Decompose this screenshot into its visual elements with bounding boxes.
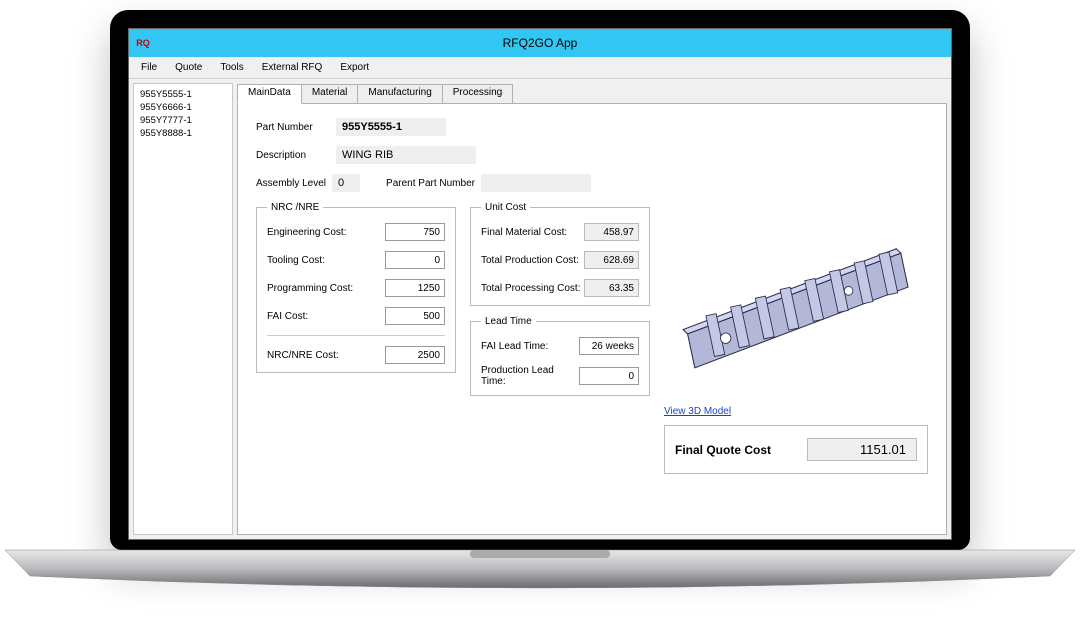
prog-cost-field[interactable] bbox=[385, 279, 445, 297]
window-title: RFQ2GO App bbox=[129, 36, 951, 50]
final-quote-label: Final Quote Cost bbox=[675, 443, 771, 457]
fai-cost-label: FAI Cost: bbox=[267, 311, 308, 322]
nrc-total-label: NRC/NRE Cost: bbox=[267, 350, 339, 361]
unit-cost-group: Unit Cost Final Material Cost: Total Pro… bbox=[470, 202, 650, 306]
part-number-label: Part Number bbox=[256, 122, 336, 133]
menu-tools[interactable]: Tools bbox=[212, 60, 251, 75]
mat-cost-field bbox=[584, 223, 639, 241]
model-preview[interactable] bbox=[664, 202, 928, 402]
prod-lead-field[interactable] bbox=[579, 367, 639, 385]
divider bbox=[267, 335, 445, 336]
titlebar: RQ RFQ2GO App bbox=[129, 29, 951, 57]
description-field[interactable] bbox=[336, 146, 476, 164]
description-label: Description bbox=[256, 150, 336, 161]
nrc-legend: NRC /NRE bbox=[267, 202, 323, 213]
wing-rib-icon bbox=[666, 217, 926, 387]
laptop-base-icon bbox=[0, 548, 1080, 598]
assembly-level-label: Assembly Level bbox=[256, 178, 326, 189]
final-quote-box: Final Quote Cost 1151.01 bbox=[664, 425, 928, 474]
tab-strip: MainData Material Manufacturing Processi… bbox=[237, 83, 947, 103]
main-panel: MainData Material Manufacturing Processi… bbox=[237, 83, 947, 535]
mat-cost-label: Final Material Cost: bbox=[481, 227, 567, 238]
fai-lead-label: FAI Lead Time: bbox=[481, 341, 548, 352]
menu-quote[interactable]: Quote bbox=[167, 60, 210, 75]
parent-pn-field[interactable] bbox=[481, 174, 591, 192]
menu-export[interactable]: Export bbox=[332, 60, 377, 75]
tree-item[interactable]: 955Y5555-1 bbox=[136, 88, 230, 101]
tab-maindata[interactable]: MainData bbox=[237, 84, 302, 104]
tree-item[interactable]: 955Y8888-1 bbox=[136, 127, 230, 140]
app-icon: RQ bbox=[135, 35, 151, 51]
tree-item[interactable]: 955Y7777-1 bbox=[136, 114, 230, 127]
tab-processing[interactable]: Processing bbox=[442, 84, 513, 104]
tab-material[interactable]: Material bbox=[301, 84, 359, 104]
tool-cost-field[interactable] bbox=[385, 251, 445, 269]
nrc-group: NRC /NRE Engineering Cost: Tooling Cost: bbox=[256, 202, 456, 373]
proc-cost-field bbox=[584, 279, 639, 297]
eng-cost-field[interactable] bbox=[385, 223, 445, 241]
assembly-level-field[interactable] bbox=[332, 174, 360, 192]
tab-content-maindata: Part Number Description Assembly Level P… bbox=[237, 103, 947, 535]
fai-cost-field[interactable] bbox=[385, 307, 445, 325]
view-3d-link[interactable]: View 3D Model bbox=[664, 406, 731, 417]
prod-cost-label: Total Production Cost: bbox=[481, 255, 579, 266]
prog-cost-label: Programming Cost: bbox=[267, 283, 353, 294]
parent-pn-label: Parent Part Number bbox=[386, 178, 475, 189]
proc-cost-label: Total Processing Cost: bbox=[481, 283, 581, 294]
nrc-total-field[interactable] bbox=[385, 346, 445, 364]
workspace: 955Y5555-1 955Y6666-1 955Y7777-1 955Y888… bbox=[129, 79, 951, 539]
app-window: RQ RFQ2GO App File Quote Tools External … bbox=[128, 28, 952, 540]
menu-external-rfq[interactable]: External RFQ bbox=[254, 60, 331, 75]
tree-item[interactable]: 955Y6666-1 bbox=[136, 101, 230, 114]
menubar: File Quote Tools External RFQ Export bbox=[129, 57, 951, 79]
tab-manufacturing[interactable]: Manufacturing bbox=[357, 84, 442, 104]
tool-cost-label: Tooling Cost: bbox=[267, 255, 325, 266]
fai-lead-field[interactable] bbox=[579, 337, 639, 355]
part-tree: 955Y5555-1 955Y6666-1 955Y7777-1 955Y888… bbox=[133, 83, 233, 535]
prod-lead-label: Production Lead Time: bbox=[481, 365, 579, 387]
lead-time-legend: Lead Time bbox=[481, 316, 536, 327]
menu-file[interactable]: File bbox=[133, 60, 165, 75]
final-quote-value: 1151.01 bbox=[807, 438, 917, 461]
lead-time-group: Lead Time FAI Lead Time: Production Lead… bbox=[470, 316, 650, 396]
prod-cost-field bbox=[584, 251, 639, 269]
eng-cost-label: Engineering Cost: bbox=[267, 227, 347, 238]
part-number-field[interactable] bbox=[336, 118, 446, 136]
unit-cost-legend: Unit Cost bbox=[481, 202, 530, 213]
